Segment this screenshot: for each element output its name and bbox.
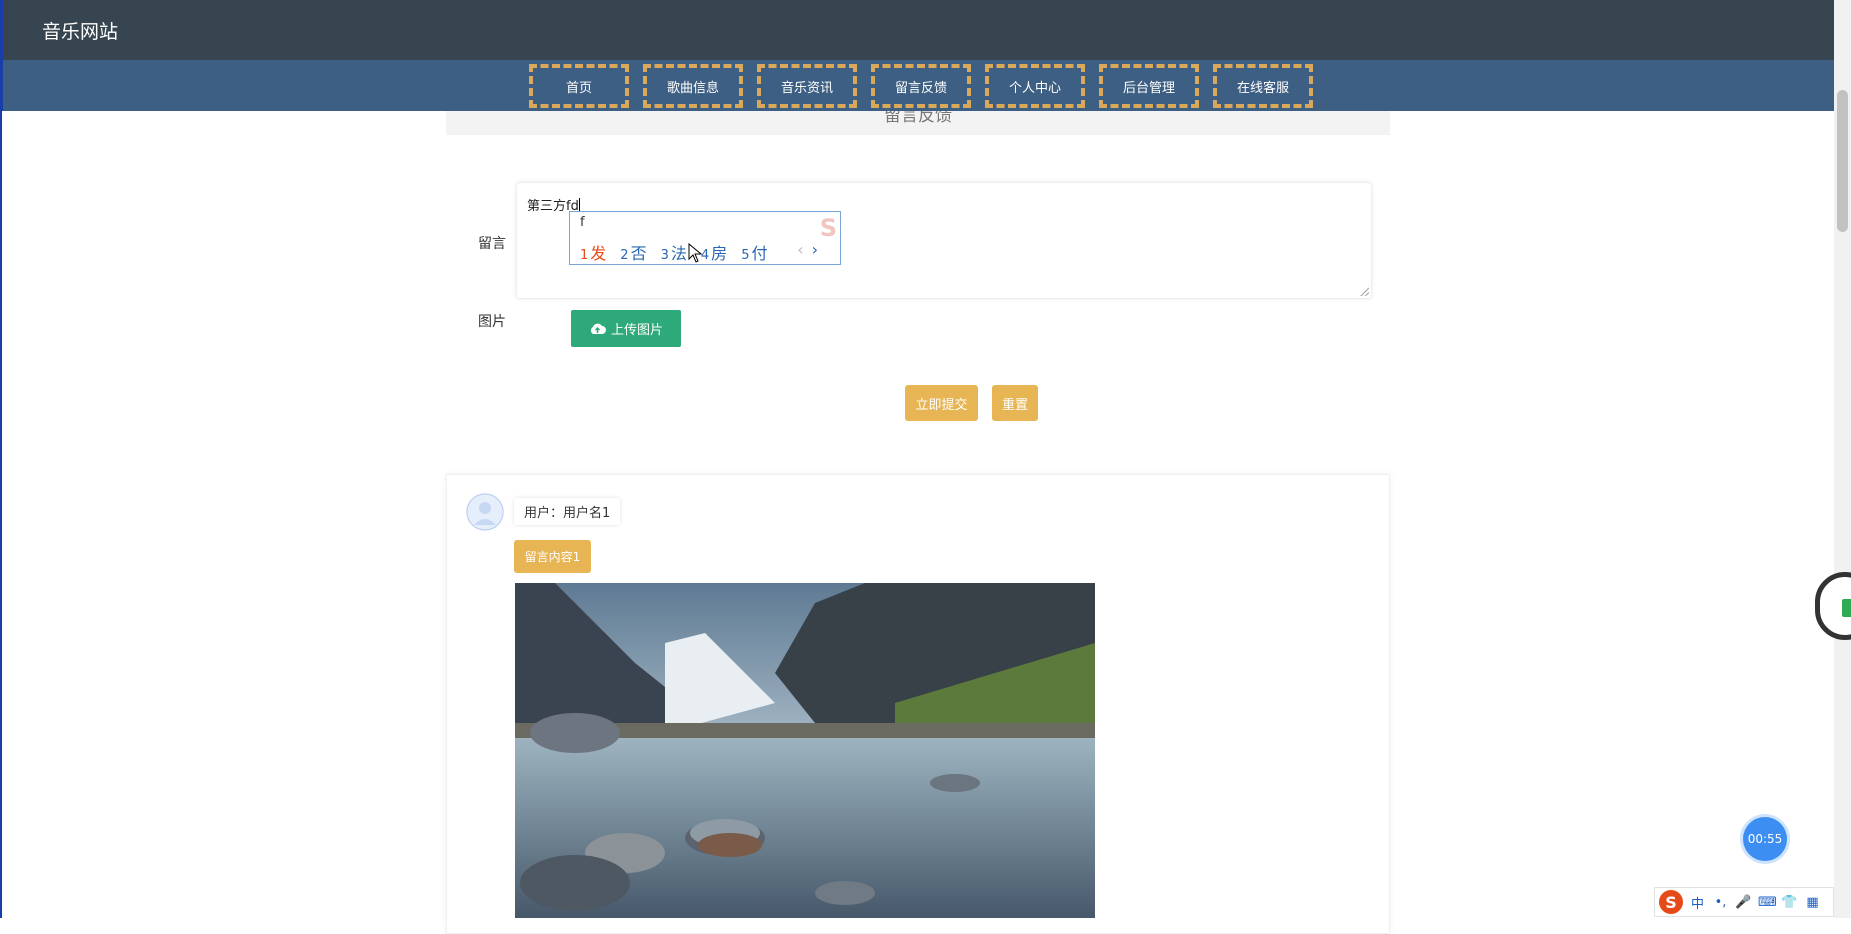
mouse-cursor-icon (688, 243, 702, 263)
nav-item-home[interactable]: 首页 (529, 64, 629, 108)
microphone-icon[interactable]: 🎤 (1735, 895, 1752, 910)
flag-icon (1842, 599, 1851, 617)
user-avatar-icon (466, 493, 504, 531)
resize-grip-icon[interactable] (1360, 287, 1369, 296)
reset-button[interactable]: 重置 (992, 385, 1038, 421)
avatar (466, 493, 504, 531)
skin-icon[interactable]: 👕 (1781, 895, 1798, 910)
keyboard-icon[interactable]: ⌨ (1758, 895, 1777, 910)
upload-image-button[interactable]: 上传图片 (571, 310, 681, 347)
sogou-watermark-icon: S (819, 214, 837, 242)
nav-item-feedback[interactable]: 留言反馈 (871, 64, 971, 108)
side-widget[interactable] (1815, 572, 1851, 640)
ime-status-toolbar: S 中 •, 🎤 ⌨ 👕 ▦ (1654, 887, 1834, 917)
submit-button[interactable]: 立即提交 (905, 385, 978, 421)
ime-composition: f (580, 215, 585, 230)
scrollbar-thumb[interactable] (1837, 90, 1848, 232)
image-label: 图片 (478, 314, 506, 330)
ime-candidate[interactable]: 1发 (580, 240, 606, 264)
nav-item-support[interactable]: 在线客服 (1213, 64, 1313, 108)
window-edge (0, 111, 2, 918)
grid-menu-icon[interactable]: ▦ (1804, 895, 1821, 910)
recording-timer[interactable]: 00:55 (1743, 817, 1787, 861)
section-title: 留言反馈 (446, 111, 1390, 135)
ime-candidate[interactable]: 2否 (620, 240, 646, 264)
ime-candidates: 1发 2否 3法 4房 5付 (580, 240, 767, 264)
nav-item-profile[interactable]: 个人中心 (985, 64, 1085, 108)
chevron-left-icon: ‹ (797, 240, 804, 259)
nav-item-admin[interactable]: 后台管理 (1099, 64, 1199, 108)
message-label: 留言 (478, 236, 506, 252)
page-scrollbar[interactable] (1834, 0, 1851, 918)
punctuation-icon[interactable]: •, (1712, 895, 1729, 910)
message-image (515, 583, 1095, 918)
message-username: 用户：用户名1 (514, 498, 621, 525)
nav-item-news[interactable]: 音乐资讯 (757, 64, 857, 108)
message-content: 留言内容1 (514, 540, 591, 573)
sogou-logo-icon[interactable]: S (1659, 890, 1683, 914)
ime-candidate[interactable]: 4房 (701, 240, 727, 264)
upload-button-label: 上传图片 (610, 323, 663, 338)
top-header: 音乐网站 (0, 0, 1834, 60)
chevron-right-icon: › (811, 240, 818, 259)
site-title[interactable]: 音乐网站 (42, 17, 118, 44)
ime-page-arrows[interactable]: ‹ › (797, 240, 818, 259)
ime-mode-indicator[interactable]: 中 (1689, 893, 1706, 912)
ime-candidate[interactable]: 5付 (741, 240, 767, 264)
cloud-upload-icon (590, 323, 606, 334)
text-caret (578, 198, 580, 212)
main-nav: 首页 歌曲信息 音乐资讯 留言反馈 个人中心 后台管理 在线客服 (0, 60, 1834, 111)
ime-candidate-popup: f 1发 2否 3法 4房 5付 ‹ › S (569, 211, 841, 265)
landscape-photo (515, 583, 1095, 918)
nav-list: 首页 歌曲信息 音乐资讯 留言反馈 个人中心 后台管理 在线客服 (529, 64, 1327, 108)
ime-candidate[interactable]: 3法 (661, 240, 687, 264)
nav-item-songs[interactable]: 歌曲信息 (643, 64, 743, 108)
